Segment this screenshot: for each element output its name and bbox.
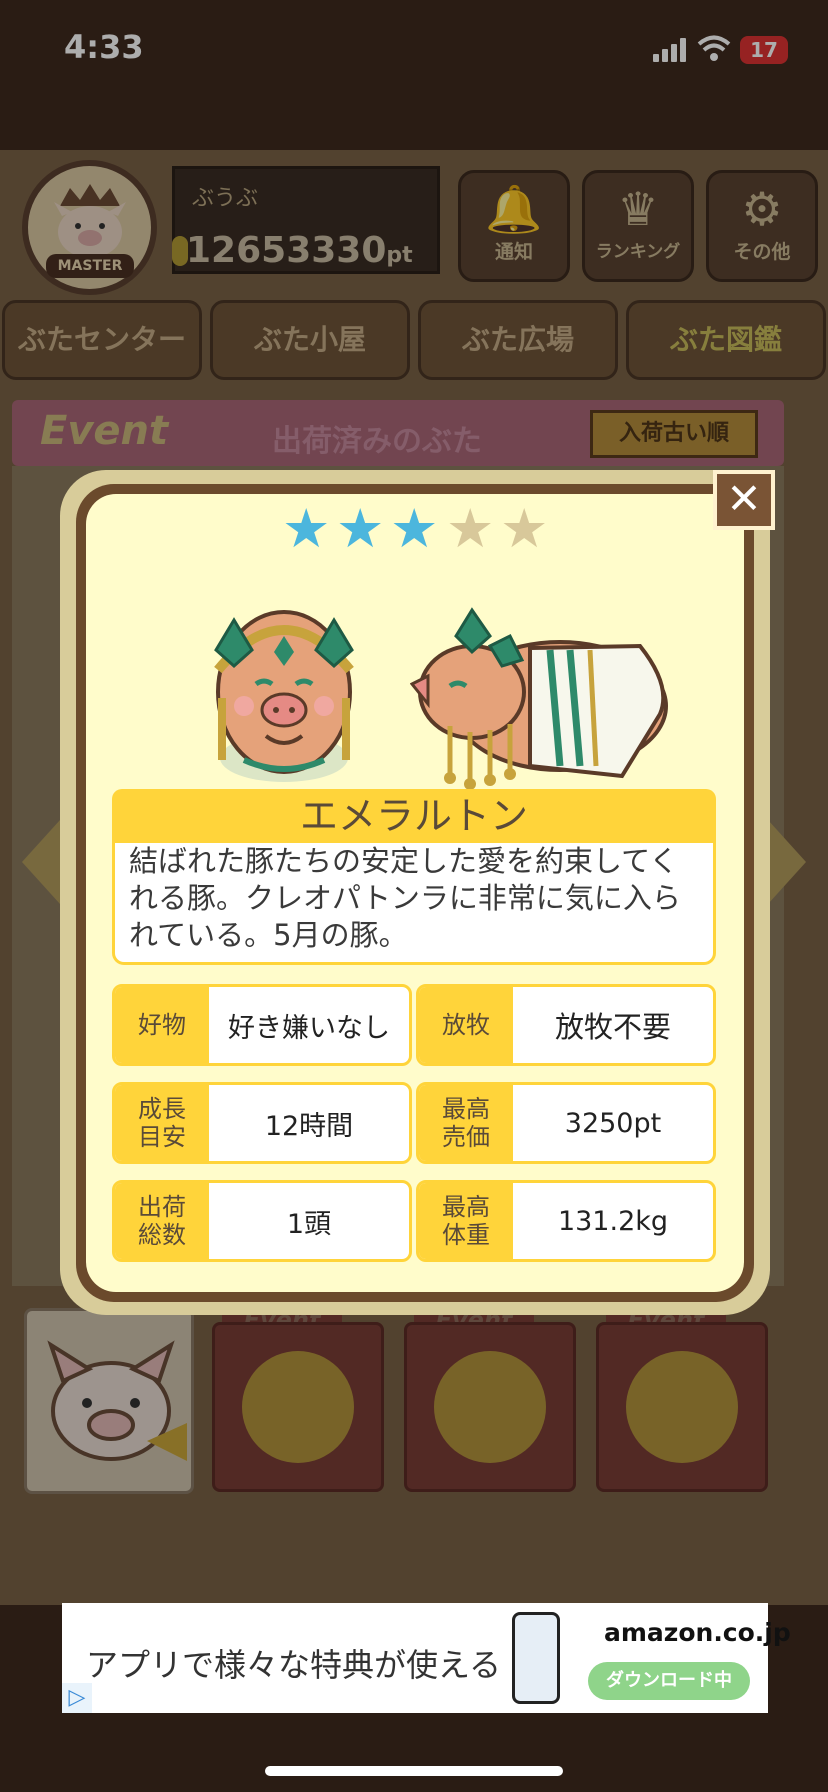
ad-text: アプリで様々な特典が使える bbox=[86, 1646, 502, 1684]
ad-choices-icon[interactable]: ▷ bbox=[62, 1683, 92, 1713]
close-button[interactable]: ✕ bbox=[713, 470, 775, 530]
stat-key: 最高体重 bbox=[419, 1183, 513, 1259]
stat-value: 放牧不要 bbox=[554, 1010, 671, 1044]
rating-star-filled: ★ bbox=[282, 497, 331, 560]
rating-star-filled: ★ bbox=[336, 497, 385, 560]
pig-description: 結ばれた豚たちの安定した愛を約束してくれる豚。クレオパトンラに非常に気に入られて… bbox=[112, 843, 716, 965]
pig-side-illustration bbox=[410, 607, 668, 790]
stat-favorite-food: 好物 好き嫌いなし bbox=[112, 984, 412, 1066]
ad-download-button[interactable]: ダウンロード中 bbox=[588, 1662, 750, 1700]
pig-front-illustration bbox=[214, 610, 354, 782]
stat-value: 131.2kg bbox=[557, 1205, 669, 1237]
stat-value: 12時間 bbox=[264, 1110, 354, 1142]
rating-star-filled: ★ bbox=[390, 497, 439, 560]
stat-key: 好物 bbox=[115, 987, 209, 1063]
stat-key: 放牧 bbox=[419, 987, 513, 1063]
rating-star-empty: ★ bbox=[500, 497, 549, 560]
stat-value: 1頭 bbox=[286, 1208, 332, 1240]
ad-brand: amazon.co.jp bbox=[604, 1618, 791, 1647]
stat-value: 好き嫌いなし bbox=[228, 1012, 390, 1044]
stat-growth-time: 成長目安 12時間 bbox=[112, 1082, 412, 1164]
rating-star-empty: ★ bbox=[446, 497, 495, 560]
ad-phone-image bbox=[512, 1612, 560, 1704]
stat-grazing: 放牧 放牧不要 bbox=[416, 984, 716, 1066]
stat-max-weight: 最高体重 131.2kg bbox=[416, 1180, 716, 1262]
stat-key: 成長目安 bbox=[115, 1085, 209, 1161]
stat-value: 3250pt bbox=[564, 1107, 662, 1139]
stat-key: 出荷総数 bbox=[115, 1183, 209, 1259]
stat-key: 最高売価 bbox=[419, 1085, 513, 1161]
home-indicator[interactable] bbox=[265, 1766, 563, 1776]
stat-shipped-total: 出荷総数 1頭 bbox=[112, 1180, 412, 1262]
stat-max-price: 最高売価 3250pt bbox=[416, 1082, 716, 1164]
pig-name: エメラルトン bbox=[112, 789, 716, 843]
